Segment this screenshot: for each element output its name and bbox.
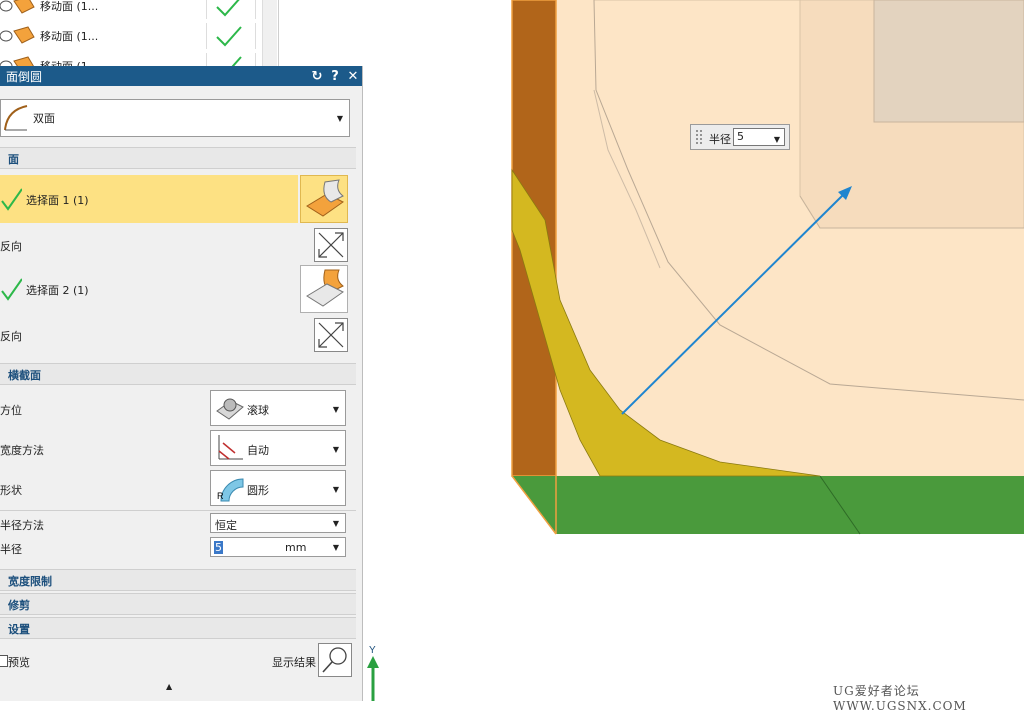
circular-shape-icon: R	[217, 478, 244, 502]
select-face-2-row[interactable]: 选择面 2 (1)	[0, 265, 298, 313]
show-result-button[interactable]	[318, 643, 352, 677]
section-trim-header[interactable]: 修剪	[0, 593, 356, 615]
dialog-title: 面倒圆	[6, 69, 43, 84]
reverse-1-label: 反向	[0, 240, 22, 253]
face-select-icon	[306, 179, 344, 217]
select-face-2-button[interactable]	[300, 265, 348, 313]
radius-tip-value: 5	[737, 130, 744, 143]
part-pocket	[873, 0, 1024, 123]
collapse-arrow-icon[interactable]: ▲	[166, 682, 172, 691]
section-width-limit-title: 宽度限制	[8, 575, 52, 588]
select-face-1-row[interactable]: 选择面 1 (1)	[0, 175, 298, 223]
radius-screen-input[interactable]: 半径 5 ▼	[690, 124, 790, 150]
radius-label: 半径	[0, 543, 22, 556]
list-item[interactable]: 移动面 (1...	[0, 23, 276, 49]
width-method-value: 自动	[247, 444, 269, 457]
dialog-title-bar[interactable]: 面倒圆 ↻ ? ✕	[0, 66, 362, 86]
list-item-label: 移动面 (1...	[40, 30, 99, 43]
type-dropdown[interactable]: 双面 ▼	[0, 99, 350, 137]
reverse-direction-1-button[interactable]	[314, 228, 348, 262]
select-face-2-label: 选择面 2 (1)	[26, 284, 89, 297]
section-cross-section-header[interactable]: 横截面	[0, 363, 356, 385]
reverse-direction-icon	[318, 232, 344, 258]
width-method-icon	[218, 435, 243, 460]
orientation-value: 滚球	[247, 404, 269, 417]
chevron-down-icon[interactable]: ▼	[333, 519, 339, 528]
radius-tip-label: 半径	[709, 133, 731, 146]
graphics-viewport[interactable]: Y	[362, 0, 1024, 701]
chevron-down-icon[interactable]: ▼	[333, 445, 339, 454]
magnifier-icon	[322, 647, 347, 673]
check-icon	[1, 188, 22, 211]
width-method-dropdown[interactable]: 自动 ▼	[210, 430, 346, 466]
orientation-label: 方位	[0, 404, 22, 417]
y-axis-label: Y	[369, 645, 376, 656]
chevron-down-icon[interactable]: ▼	[333, 543, 339, 552]
section-width-limit-header[interactable]: 宽度限制	[0, 569, 356, 591]
chevron-down-icon[interactable]: ▼	[333, 485, 339, 494]
select-face-1-label: 选择面 1 (1)	[26, 194, 89, 207]
dialog-footer: 预览 显示结果 ▲	[0, 638, 356, 701]
check-icon	[1, 278, 22, 301]
radius-method-value: 恒定	[215, 519, 237, 532]
section-settings-header[interactable]: 设置	[0, 617, 356, 639]
two-face-type-icon	[4, 105, 28, 131]
svg-text:R: R	[217, 491, 224, 501]
list-item-label: 移动面 (1...	[40, 0, 99, 13]
part-navigator[interactable]: 移动面 (1... 移动面 (1... 移动面 (1...	[0, 0, 279, 68]
width-method-label: 宽度方法	[0, 444, 44, 457]
check-icon	[206, 0, 256, 19]
type-value: 双面	[33, 112, 55, 125]
rolling-ball-icon	[216, 398, 244, 420]
face-select-icon	[306, 269, 344, 307]
move-face-feature-icon	[0, 26, 35, 44]
check-icon	[206, 23, 256, 49]
orientation-dropdown[interactable]: 滚球 ▼	[210, 390, 346, 426]
chevron-down-icon[interactable]: ▼	[774, 132, 780, 148]
navigator-scrollbar[interactable]	[262, 0, 277, 68]
move-face-feature-icon	[0, 0, 35, 14]
list-item[interactable]: 移动面 (1...	[0, 0, 276, 19]
help-icon[interactable]: ?	[326, 69, 344, 84]
show-result-label: 显示结果	[272, 656, 316, 669]
section-trim-title: 修剪	[8, 599, 30, 612]
section-face-header[interactable]: 面	[0, 147, 356, 169]
chevron-down-icon[interactable]: ▼	[333, 405, 339, 414]
watermark: UG爱好者论坛 WWW.UGSNX.COM	[833, 684, 967, 713]
section-face-title: 面	[8, 153, 19, 166]
radius-method-dropdown[interactable]: 恒定 ▼	[210, 513, 346, 533]
reverse-direction-2-button[interactable]	[314, 318, 348, 352]
close-icon[interactable]: ✕	[344, 69, 362, 84]
refresh-icon[interactable]: ↻	[308, 69, 326, 84]
drag-handle-icon[interactable]	[695, 128, 703, 146]
part-bottom-face	[512, 476, 1024, 534]
shape-dropdown[interactable]: R 圆形 ▼	[210, 470, 346, 506]
section-settings-title: 设置	[8, 623, 30, 636]
preview-label: 预览	[8, 656, 30, 669]
divider	[0, 510, 356, 511]
radius-tip-field[interactable]: 5 ▼	[733, 128, 785, 146]
face-blend-dialog: 面倒圆 ↻ ? ✕ 双面 ▼ 面 选择面 1 (1) 反向 选择面 2 (1) …	[0, 66, 363, 701]
chevron-down-icon[interactable]: ▼	[337, 114, 343, 123]
reverse-direction-icon	[318, 322, 344, 348]
preview-checkbox[interactable]	[0, 655, 8, 667]
shape-label: 形状	[0, 484, 22, 497]
radius-value: 5	[214, 541, 223, 554]
reverse-2-label: 反向	[0, 330, 22, 343]
radius-input[interactable]: 5 mm ▼	[210, 537, 346, 557]
radius-method-label: 半径方法	[0, 519, 44, 532]
shape-value: 圆形	[247, 484, 269, 497]
section-cross-section-title: 横截面	[8, 369, 41, 382]
radius-unit: mm	[285, 541, 307, 554]
select-face-1-button[interactable]	[300, 175, 348, 223]
